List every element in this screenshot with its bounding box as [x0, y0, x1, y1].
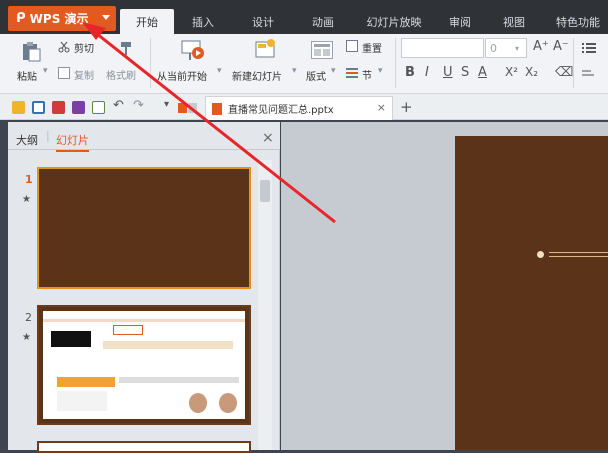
- annotation-arrow-icon: [82, 22, 336, 224]
